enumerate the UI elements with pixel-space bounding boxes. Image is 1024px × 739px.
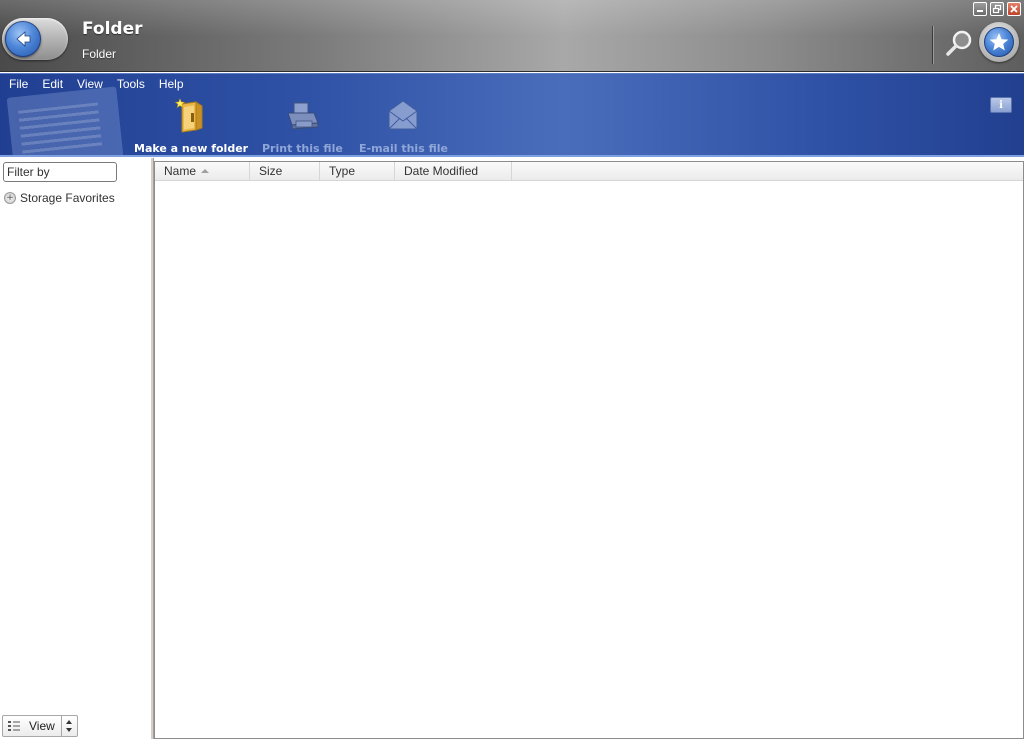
print-file-button[interactable]: Print this file: [262, 96, 343, 155]
back-button[interactable]: [5, 21, 41, 57]
restore-icon: [992, 4, 1002, 14]
command-bar: File Edit View Tools Help Make a new fol…: [0, 73, 1024, 157]
view-spinner[interactable]: [61, 716, 75, 736]
printer-icon: [284, 96, 320, 136]
column-header-date-modified[interactable]: Date Modified: [395, 162, 512, 181]
column-name-label: Name: [164, 164, 197, 178]
view-selector[interactable]: View: [2, 715, 78, 737]
column-header-size[interactable]: Size: [250, 162, 320, 181]
menu-tools[interactable]: Tools: [110, 76, 152, 92]
view-details-icon: [3, 716, 25, 736]
filter-input[interactable]: [3, 162, 117, 182]
view-label: View: [29, 719, 55, 733]
favorites-button[interactable]: [979, 22, 1019, 62]
info-icon: i: [999, 99, 1003, 111]
menu-bar: File Edit View Tools Help: [2, 76, 191, 92]
column-type-label: Type: [329, 164, 356, 178]
up-down-arrows-icon: [65, 720, 72, 732]
column-size-label: Size: [259, 164, 283, 178]
menu-file[interactable]: File: [2, 76, 35, 92]
restore-button[interactable]: [990, 2, 1004, 16]
make-new-folder-button[interactable]: Make a new folder: [134, 96, 248, 155]
email-file-button[interactable]: E-mail this file: [359, 96, 448, 155]
column-header-row: Name Size Type Date Modified: [155, 162, 1023, 181]
column-header-type[interactable]: Type: [320, 162, 395, 181]
favorites-button-face: [984, 27, 1014, 57]
minimize-button[interactable]: [973, 2, 987, 16]
menu-help[interactable]: Help: [152, 76, 191, 92]
menu-edit[interactable]: Edit: [35, 76, 70, 92]
print-file-label: Print this file: [262, 142, 343, 155]
search-button[interactable]: [942, 26, 976, 60]
ribbon-decoration: [6, 86, 124, 155]
expand-plus-icon[interactable]: +: [4, 192, 16, 204]
back-arrow-icon: [16, 31, 31, 47]
new-folder-icon: [173, 96, 209, 136]
star-icon: [989, 33, 1009, 51]
title-bar: Folder Folder: [0, 0, 1024, 72]
menu-view[interactable]: View: [70, 76, 110, 92]
make-new-folder-label: Make a new folder: [134, 142, 249, 155]
title-divider: [932, 26, 933, 64]
window-title: Folder: [82, 19, 143, 39]
tree-item-label: Storage Favorites: [20, 191, 115, 205]
sort-ascending-icon: [201, 169, 209, 173]
info-button[interactable]: i: [990, 97, 1012, 113]
tree-item-storage-favorites[interactable]: + Storage Favorites: [4, 191, 115, 205]
window-subtitle: Folder: [82, 47, 117, 61]
minimize-icon: [977, 10, 983, 12]
navigation-pane: + Storage Favorites View: [0, 158, 152, 739]
file-list[interactable]: Name Size Type Date Modified: [154, 161, 1024, 739]
email-file-label: E-mail this file: [359, 142, 448, 155]
envelope-icon: [385, 96, 421, 136]
close-icon: [1010, 5, 1018, 13]
close-button[interactable]: [1007, 2, 1021, 16]
magnifier-icon: [946, 30, 972, 56]
column-date-modified-label: Date Modified: [404, 164, 479, 178]
